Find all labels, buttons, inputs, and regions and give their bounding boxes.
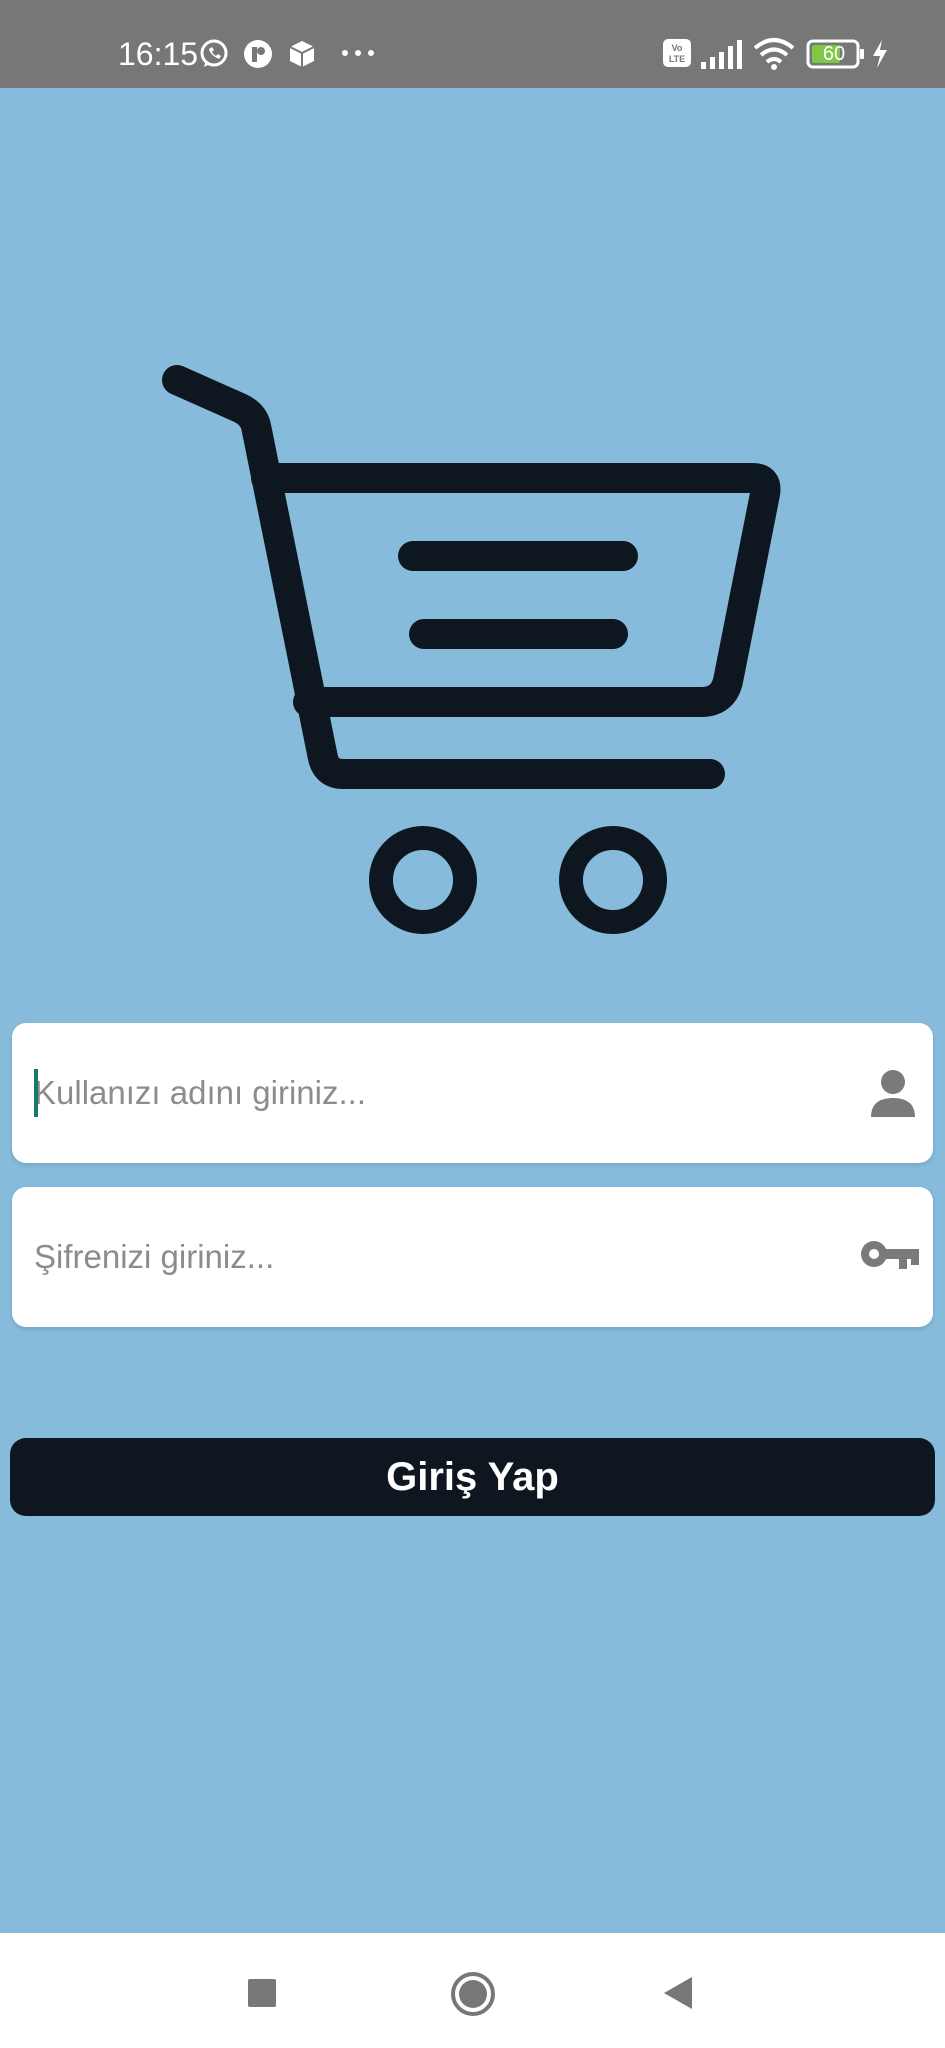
person-icon — [871, 1070, 915, 1117]
charging-icon — [873, 40, 887, 68]
battery-level: 60 — [822, 43, 846, 65]
shopping-cart-icon — [162, 365, 781, 934]
more-notifications-icon — [342, 50, 374, 56]
back-triangle-icon[interactable] — [662, 1975, 694, 2011]
text-cursor — [34, 1069, 38, 1117]
recents-square-icon[interactable] — [246, 1977, 278, 2009]
app-notification-icon — [244, 40, 272, 68]
whatsapp-icon — [200, 39, 228, 67]
login-screen: Giriş Yap — [0, 88, 945, 1933]
login-button[interactable]: Giriş Yap — [10, 1438, 935, 1516]
username-field-container — [12, 1023, 933, 1163]
svg-text:LTE: LTE — [669, 54, 685, 64]
package-icon — [289, 41, 315, 67]
navigation-bar — [0, 1933, 945, 2048]
key-icon — [861, 1241, 919, 1269]
password-input[interactable] — [34, 1187, 854, 1327]
username-input[interactable] — [34, 1023, 854, 1163]
status-bar: 16:15 Vo LTE 60 — [0, 0, 945, 88]
volte-icon: Vo LTE — [663, 39, 691, 67]
status-time: 16:15 — [118, 36, 199, 72]
wifi-icon — [753, 38, 795, 70]
signal-icon — [701, 40, 742, 69]
home-circle-icon[interactable] — [450, 1971, 496, 2017]
svg-text:Vo: Vo — [672, 43, 683, 53]
password-field-container — [12, 1187, 933, 1327]
